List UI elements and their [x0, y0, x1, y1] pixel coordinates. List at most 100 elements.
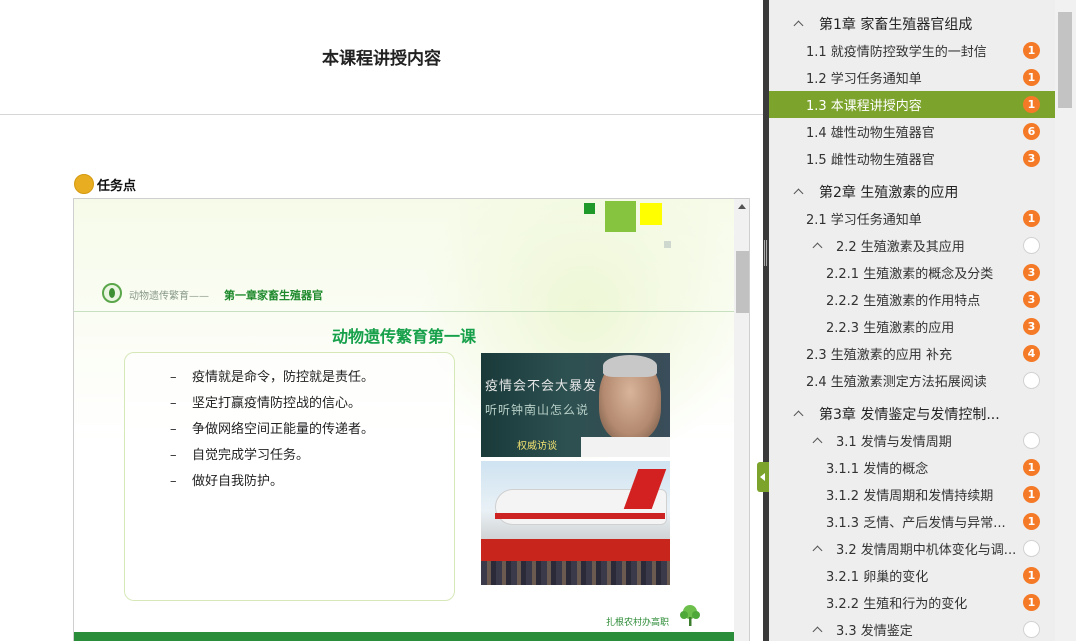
- bullet-marker: –: [170, 370, 177, 385]
- bullet-item: – 做好自我防护。: [170, 469, 374, 495]
- sidebar-scrollbar[interactable]: [1055, 0, 1076, 641]
- ppt-viewer[interactable]: 动物遗传繁育—— 第一章家畜生殖器官 动物遗传繁育第一课 – 疫情就是命令，防控就…: [73, 198, 750, 641]
- toc-section[interactable]: 3.2.2 生殖和行为的变化 1: [769, 589, 1055, 616]
- toc-section[interactable]: 2.2 生殖激素及其应用: [769, 232, 1055, 259]
- toc-section[interactable]: 3.3 发情鉴定: [769, 616, 1055, 641]
- bullet-marker: –: [170, 474, 177, 489]
- main-content: 本课程讲授内容 任务点 动物遗传繁育—— 第一章家畜生殖器官 动物遗传繁育第一课…: [0, 0, 763, 641]
- toc-label: 2.2.2 生殖激素的作用特点: [826, 294, 981, 309]
- resize-grip-icon[interactable]: [764, 240, 767, 266]
- task-count-badge: 1: [1023, 486, 1040, 503]
- chevron-up-icon[interactable]: [813, 625, 821, 633]
- toc-section[interactable]: 2.1 学习任务通知单 1: [769, 205, 1055, 232]
- task-status-circle-icon: [1023, 432, 1040, 449]
- crowd: [481, 561, 670, 585]
- toc-section[interactable]: 1.1 就疫情防控致学生的一封信 1: [769, 37, 1055, 64]
- toc-section[interactable]: 3.1 发情与发情周期: [769, 427, 1055, 454]
- task-count-badge: 3: [1023, 318, 1040, 335]
- toc-section[interactable]: 2.3 生殖激素的应用 补充 4: [769, 340, 1055, 367]
- title-divider: [0, 114, 763, 115]
- task-count-badge: 1: [1023, 567, 1040, 584]
- toc-section[interactable]: 1.4 雄性动物生殖器官 6: [769, 118, 1055, 145]
- bullet-list: – 疫情就是命令，防控就是责任。 – 坚定打赢疫情防控战的信心。 – 争做网络空间正能…: [170, 365, 374, 495]
- toc-label: 3.1.1 发情的概念: [826, 462, 929, 477]
- toc-label: 3.2.1 卵巢的变化: [826, 570, 929, 585]
- toc-section[interactable]: 2.4 生殖激素测定方法拓展阅读: [769, 367, 1055, 394]
- decor-square-yellow: [640, 203, 662, 225]
- toc-label: 3.1.3 乏情、产后发情与异常...: [826, 516, 1006, 531]
- scrollbar-thumb[interactable]: [736, 251, 749, 313]
- scrollbar-thumb[interactable]: [1058, 12, 1072, 108]
- slide-course-name: 动物遗传繁育——: [129, 291, 209, 302]
- toc-chapter[interactable]: 第2章 生殖激素的应用: [769, 178, 1055, 205]
- bullet-box: – 疫情就是命令，防控就是责任。 – 坚定打赢疫情防控战的信心。 – 争做网络空间正能…: [124, 352, 455, 601]
- toc-chapter[interactable]: 第3章 发情鉴定与发情控制...: [769, 400, 1055, 427]
- decor-square-small-green: [584, 203, 595, 214]
- task-count-badge: 3: [1023, 291, 1040, 308]
- toc-label: 1.2 学习任务通知单: [806, 72, 922, 87]
- toc-label: 2.1 学习任务通知单: [806, 213, 922, 228]
- school-logo-icon: [102, 283, 122, 303]
- viewer-scrollbar[interactable]: [734, 199, 749, 641]
- toc-label: 1.4 雄性动物生殖器官: [806, 126, 935, 141]
- task-count-badge: 1: [1023, 513, 1040, 530]
- toc-label: 2.2 生殖激素及其应用: [836, 240, 965, 255]
- toc-label: 3.1.2 发情周期和发情持续期: [826, 489, 994, 504]
- toc-label: 第1章 家畜生殖器官组成: [819, 16, 973, 33]
- photo-caption-line-2: 听听钟南山怎么说: [485, 403, 590, 417]
- toc-label: 1.1 就疫情防控致学生的一封信: [806, 45, 987, 60]
- scroll-up-arrow-icon[interactable]: [738, 204, 746, 209]
- task-point-icon: [74, 174, 94, 194]
- interview-photo: 疫情会不会大暴发 听听钟南山怎么说 权威访谈: [481, 353, 670, 457]
- toc-label: 3.1 发情与发情周期: [836, 435, 952, 450]
- toc-label: 1.3 本课程讲授内容: [806, 99, 922, 114]
- slide-footer-slogan: 扎根农村办高职: [606, 618, 670, 628]
- task-status-circle-icon: [1023, 621, 1040, 638]
- toc-section[interactable]: 3.1.2 发情周期和发情持续期 1: [769, 481, 1055, 508]
- bullet-item: – 自觉完成学习任务。: [170, 443, 374, 469]
- toc-section[interactable]: 2.2.2 生殖激素的作用特点 3: [769, 286, 1055, 313]
- chevron-up-icon[interactable]: [794, 187, 802, 195]
- slide: 动物遗传繁育—— 第一章家畜生殖器官 动物遗传繁育第一课 – 疫情就是命令，防控就…: [74, 199, 734, 641]
- toc-section[interactable]: 1.3 本课程讲授内容 1: [769, 91, 1055, 118]
- toc-label: 3.3 发情鉴定: [836, 624, 913, 639]
- toc-section[interactable]: 2.2.1 生殖激素的概念及分类 3: [769, 259, 1055, 286]
- toc-section[interactable]: 1.2 学习任务通知单 1: [769, 64, 1055, 91]
- task-status-circle-icon: [1023, 540, 1040, 557]
- task-count-badge: 3: [1023, 264, 1040, 281]
- chevron-up-icon[interactable]: [813, 241, 821, 249]
- toc-section[interactable]: 2.2.3 生殖激素的应用 3: [769, 313, 1055, 340]
- toc-label: 2.2.1 生殖激素的概念及分类: [826, 267, 994, 282]
- toc-section[interactable]: 3.1.1 发情的概念 1: [769, 454, 1055, 481]
- toc-label: 3.2.2 生殖和行为的变化: [826, 597, 968, 612]
- toc-label: 1.5 雌性动物生殖器官: [806, 153, 935, 168]
- bullet-marker: –: [170, 448, 177, 463]
- task-count-badge: 6: [1023, 123, 1040, 140]
- task-point-text: 任务点: [97, 178, 137, 194]
- task-count-badge: 3: [1023, 150, 1040, 167]
- task-status-circle-icon: [1023, 237, 1040, 254]
- bullet-marker: –: [170, 422, 177, 437]
- task-count-badge: 4: [1023, 345, 1040, 362]
- toc-chapter[interactable]: 第1章 家畜生殖器官组成: [769, 10, 1055, 37]
- task-count-badge: 1: [1023, 594, 1040, 611]
- chevron-up-icon[interactable]: [813, 544, 821, 552]
- chevron-up-icon[interactable]: [794, 409, 802, 417]
- chevron-up-icon[interactable]: [813, 436, 821, 444]
- chevron-up-icon[interactable]: [794, 19, 802, 27]
- toc-label: 第2章 生殖激素的应用: [819, 184, 959, 201]
- slide-bottom-bar: [74, 632, 734, 641]
- task-point-label: 任务点: [74, 173, 136, 195]
- decor-square-grey: [664, 241, 671, 248]
- slide-header-divider: [74, 311, 734, 312]
- toc-section[interactable]: 3.2 发情周期中机体变化与调...: [769, 535, 1055, 562]
- collapse-sidebar-button[interactable]: [757, 462, 769, 492]
- task-status-circle-icon: [1023, 372, 1040, 389]
- toc-section[interactable]: 3.1.3 乏情、产后发情与异常... 1: [769, 508, 1055, 535]
- airplane-stripe: [495, 513, 665, 519]
- course-outline-sidebar: 第1章 家畜生殖器官组成 1.1 就疫情防控致学生的一封信 1 1.2 学习任务通知单…: [769, 0, 1076, 641]
- toc-section[interactable]: 3.2.1 卵巢的变化 1: [769, 562, 1055, 589]
- bullet-item: – 疫情就是命令，防控就是责任。: [170, 365, 374, 391]
- task-count-badge: 1: [1023, 459, 1040, 476]
- toc-section[interactable]: 1.5 雌性动物生殖器官 3: [769, 145, 1055, 172]
